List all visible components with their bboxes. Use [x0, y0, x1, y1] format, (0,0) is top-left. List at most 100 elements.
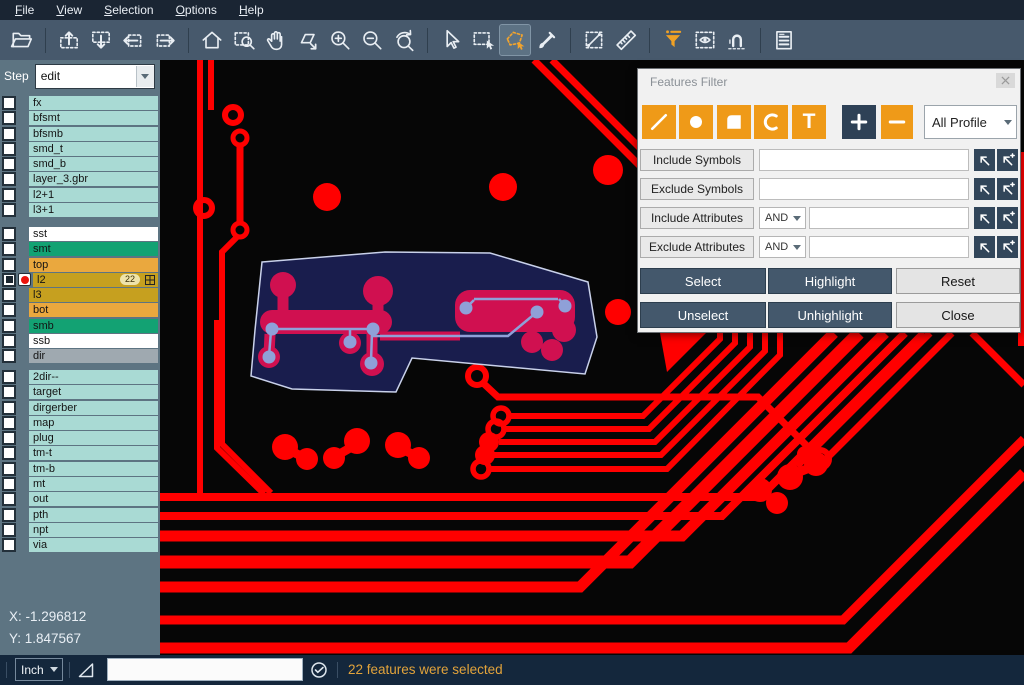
layer-checkbox[interactable]	[2, 142, 16, 156]
profile-select[interactable]: All Profile	[924, 105, 1017, 139]
pointer-icon[interactable]	[436, 25, 466, 55]
layer-checkbox[interactable]	[2, 349, 16, 363]
menu-options[interactable]: Options	[165, 3, 228, 17]
rectangle-select-icon[interactable]	[468, 25, 498, 55]
layer-checkbox[interactable]	[2, 385, 16, 399]
polygon-select-icon[interactable]	[500, 25, 530, 55]
menu-help[interactable]: Help	[228, 3, 275, 17]
zoom-previous-icon[interactable]	[389, 25, 419, 55]
layer-checkbox[interactable]	[2, 508, 16, 522]
layer-checkbox[interactable]	[2, 477, 16, 491]
include-attributes-field[interactable]	[809, 207, 969, 229]
include-symbols-button[interactable]: Include Symbols	[640, 149, 754, 171]
layer-row-fx[interactable]: fx	[0, 96, 158, 110]
layer-checkbox[interactable]	[2, 258, 16, 272]
layer-row-pth[interactable]: pth	[0, 508, 158, 522]
layer-checkbox[interactable]	[2, 96, 16, 110]
step-select[interactable]: edit	[35, 64, 155, 89]
pick-icon[interactable]	[974, 236, 995, 258]
snap-icon[interactable]	[722, 25, 752, 55]
zoom-window-icon[interactable]	[229, 25, 259, 55]
unselect-button[interactable]: Unselect	[640, 302, 766, 328]
surface-tool-button[interactable]	[717, 105, 751, 139]
menu-file[interactable]: File	[4, 3, 45, 17]
highlight-brush-icon[interactable]	[532, 25, 562, 55]
highlight-button[interactable]: Highlight	[768, 268, 892, 294]
zoom-selection-icon[interactable]	[293, 25, 323, 55]
layer-row-top[interactable]: top	[0, 258, 158, 272]
zoom-out-icon[interactable]	[357, 25, 387, 55]
layer-row-dirgerber[interactable]: dirgerber	[0, 401, 158, 415]
home-view-icon[interactable]	[197, 25, 227, 55]
layer-row-l3[interactable]: l3	[0, 288, 158, 302]
layer-checkbox[interactable]	[2, 538, 16, 552]
move-right-icon[interactable]	[150, 25, 180, 55]
layer-row-bfsmb[interactable]: bfsmb	[0, 127, 158, 141]
add-filter-button[interactable]	[842, 105, 876, 139]
layer-checkbox[interactable]	[2, 188, 16, 202]
close-button[interactable]: Close	[896, 302, 1020, 328]
measure-distance-icon[interactable]	[579, 25, 609, 55]
pick-add-icon[interactable]	[997, 236, 1018, 258]
layer-row-smt[interactable]: smt	[0, 242, 158, 256]
zoom-in-icon[interactable]	[325, 25, 355, 55]
pick-icon[interactable]	[974, 207, 995, 229]
include-attributes-button[interactable]: Include Attributes	[640, 207, 754, 229]
layer-row-dir[interactable]: dir	[0, 349, 158, 363]
layer-row-smd_t[interactable]: smd_t	[0, 142, 158, 156]
layer-row-tm-t[interactable]: tm-t	[0, 446, 158, 460]
layer-row-npt[interactable]: npt	[0, 523, 158, 537]
layer-checkbox[interactable]	[2, 157, 16, 171]
move-left-icon[interactable]	[118, 25, 148, 55]
layer-row-smb[interactable]: smb	[0, 319, 158, 333]
line-tool-button[interactable]	[642, 105, 676, 139]
remove-filter-button[interactable]	[881, 105, 913, 139]
layer-row-map[interactable]: map	[0, 416, 158, 430]
layer-row-smd_b[interactable]: smd_b	[0, 157, 158, 171]
layer-row-2dir--[interactable]: 2dir--	[0, 370, 158, 384]
layer-checkbox[interactable]	[2, 111, 16, 125]
layer-row-plug[interactable]: plug	[0, 431, 158, 445]
layer-row-ssb[interactable]: ssb	[0, 334, 158, 348]
exclude-attributes-field[interactable]	[809, 236, 969, 258]
view-inside-icon[interactable]	[690, 25, 720, 55]
layer-checkbox[interactable]	[2, 242, 16, 256]
layer-checkbox[interactable]	[2, 462, 16, 476]
layer-row-target[interactable]: target	[0, 385, 158, 399]
menu-view[interactable]: View	[45, 3, 93, 17]
layer-row-out[interactable]: out	[0, 492, 158, 506]
layer-checkbox[interactable]	[2, 431, 16, 445]
pad-tool-button[interactable]	[679, 105, 713, 139]
include-symbols-field[interactable]	[759, 149, 969, 171]
layer-checkbox[interactable]	[2, 273, 16, 287]
command-input[interactable]	[107, 658, 303, 681]
layer-checkbox[interactable]	[2, 288, 16, 302]
reset-button[interactable]: Reset	[896, 268, 1020, 294]
layer-row-bot[interactable]: bot	[0, 303, 158, 317]
layer-row-tm-b[interactable]: tm-b	[0, 462, 158, 476]
pick-add-icon[interactable]	[997, 149, 1018, 171]
exclude-symbols-button[interactable]: Exclude Symbols	[640, 178, 754, 200]
select-button[interactable]: Select	[640, 268, 766, 294]
operator-select[interactable]: AND	[759, 207, 806, 229]
move-up-icon[interactable]	[54, 25, 84, 55]
unhighlight-button[interactable]: Unhighlight	[768, 302, 892, 328]
open-folder-icon[interactable]	[7, 25, 37, 55]
layer-row-layer_3.gbr[interactable]: layer_3.gbr	[0, 172, 158, 186]
layer-checkbox[interactable]	[2, 203, 16, 217]
move-down-icon[interactable]	[86, 25, 116, 55]
arc-tool-button[interactable]	[754, 105, 788, 139]
chevron-down-icon[interactable]	[136, 66, 154, 87]
exclude-symbols-field[interactable]	[759, 178, 969, 200]
apply-sync-icon[interactable]	[309, 660, 329, 685]
pan-hand-icon[interactable]	[261, 25, 291, 55]
operator-select[interactable]: AND	[759, 236, 806, 258]
ruler-icon[interactable]	[611, 25, 641, 55]
exclude-attributes-button[interactable]: Exclude Attributes	[640, 236, 754, 258]
layer-row-via[interactable]: via	[0, 538, 158, 552]
unit-select[interactable]: Inch	[15, 658, 63, 681]
layer-row-l2+1[interactable]: l2+1	[0, 188, 158, 202]
angle-mode-icon[interactable]	[76, 660, 96, 685]
layer-checkbox[interactable]	[2, 370, 16, 384]
layer-checkbox[interactable]	[2, 446, 16, 460]
